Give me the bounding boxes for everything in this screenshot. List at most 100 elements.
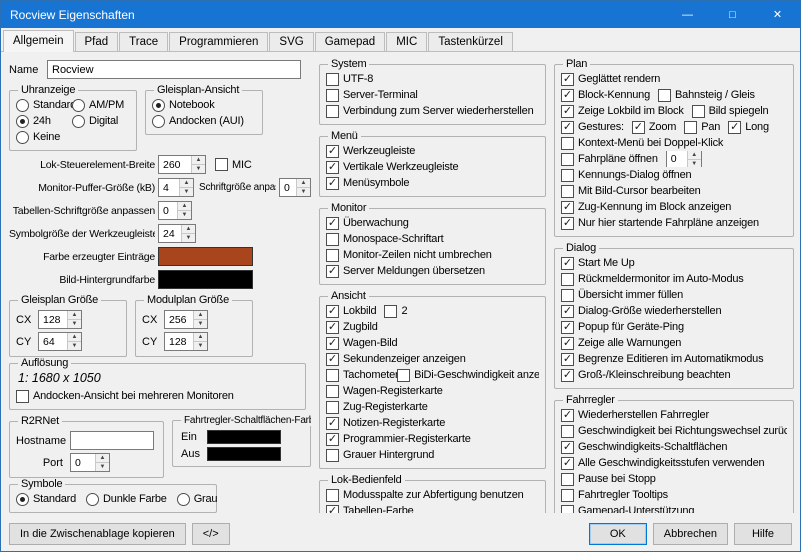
- radio-circle[interactable]: [72, 99, 85, 112]
- spinner-up-button[interactable]: ▲: [182, 225, 195, 234]
- checkbox-men-symbole[interactable]: ✓Menüsymbole: [326, 177, 409, 190]
- spinner-value[interactable]: 0: [159, 202, 177, 219]
- spinner-value[interactable]: 0: [71, 454, 95, 471]
- checkbox-bahnsteig-gleis[interactable]: Bahnsteig / Gleis: [658, 89, 755, 102]
- checkbox-zeige-alle-warnungen[interactable]: ✓Zeige alle Warnungen: [561, 337, 681, 350]
- code-button[interactable]: </>: [192, 523, 230, 545]
- checkbox-box[interactable]: ✓: [326, 505, 339, 514]
- checkbox-box[interactable]: [658, 89, 671, 102]
- checkbox-utf-8[interactable]: UTF-8: [326, 73, 373, 86]
- checkbox-box[interactable]: ✓: [561, 337, 574, 350]
- spinner-down-button[interactable]: ▼: [297, 188, 310, 196]
- radio-circle[interactable]: [86, 493, 99, 506]
- spinner-down-button[interactable]: ▼: [68, 320, 81, 328]
- checkbox-mic[interactable]: MIC: [215, 158, 252, 171]
- checkbox-box[interactable]: ✓: [561, 321, 574, 334]
- checkbox-box[interactable]: [326, 249, 339, 262]
- radio-circle[interactable]: [177, 493, 190, 506]
- radio-circle[interactable]: [152, 99, 165, 112]
- checkbox-wagen-bild[interactable]: ✓Wagen-Bild: [326, 337, 397, 350]
- checkbox-box[interactable]: [326, 73, 339, 86]
- radio-dunkle-farbe[interactable]: Dunkle Farbe: [86, 491, 167, 507]
- spinner-down-button[interactable]: ▼: [180, 188, 193, 196]
- checkbox-server-terminal[interactable]: Server-Terminal: [326, 89, 418, 102]
- radio-circle[interactable]: [16, 131, 29, 144]
- radio-circle[interactable]: [16, 493, 29, 506]
- spinner-value[interactable]: 4: [159, 179, 179, 196]
- checkbox-fahrtregler-tooltips[interactable]: Fahrtregler Tooltips: [561, 489, 668, 502]
- tab-tastenk-rzel[interactable]: Tastenkürzel: [428, 32, 513, 52]
- spinner-up-button[interactable]: ▲: [68, 311, 81, 320]
- checkbox-box[interactable]: [561, 137, 574, 150]
- checkbox-box[interactable]: ✓: [561, 89, 574, 102]
- checkbox-geschwindigkeits-schaltfl-chen[interactable]: ✓Geschwindigkeits-Schaltflächen: [561, 441, 727, 454]
- spinner-down-button[interactable]: ▼: [178, 211, 191, 219]
- checkbox-long[interactable]: ✓Long: [728, 121, 769, 134]
- checkbox-box[interactable]: [561, 473, 574, 486]
- checkbox-box[interactable]: [326, 489, 339, 502]
- checkbox-box[interactable]: [326, 401, 339, 414]
- checkbox-geschwindigkeit-bei-richtungswechsel-zur-cksetzen[interactable]: Geschwindigkeit bei Richtungswechsel zur…: [561, 425, 787, 438]
- radio-standard[interactable]: Standard: [16, 491, 76, 507]
- spinner-value[interactable]: 64: [39, 333, 67, 350]
- generated-color-swatch[interactable]: [158, 247, 253, 266]
- tab-svg[interactable]: SVG: [269, 32, 313, 52]
- spinner-up-button[interactable]: ▲: [688, 151, 701, 160]
- checkbox-box[interactable]: ✓: [728, 121, 741, 134]
- checkbox-pause-bei-stopp[interactable]: Pause bei Stopp: [561, 473, 656, 486]
- checkbox-wagen-registerkarte[interactable]: Wagen-Registerkarte: [326, 385, 443, 398]
- checkbox-box[interactable]: [326, 449, 339, 462]
- hostname-input[interactable]: [70, 431, 154, 450]
- tab-gamepad[interactable]: Gamepad: [315, 32, 386, 52]
- checkbox-box[interactable]: ✓: [561, 353, 574, 366]
- checkbox-r-ckmeldermonitor-im-auto-modus[interactable]: Rückmeldermonitor im Auto-Modus: [561, 273, 744, 286]
- checkbox-box[interactable]: ✓: [326, 321, 339, 334]
- checkbox-2[interactable]: 2: [384, 305, 407, 318]
- checkbox-gro-kleinschreibung-beachten[interactable]: ✓Groß-/Kleinschreibung beachten: [561, 369, 730, 382]
- checkbox-box[interactable]: ✓: [326, 177, 339, 190]
- checkbox-box[interactable]: [561, 505, 574, 514]
- checkbox-box[interactable]: ✓: [561, 257, 574, 270]
- spinner-value[interactable]: 0: [667, 151, 687, 167]
- checkbox-dialog-gr-e-wiederherstellen[interactable]: ✓Dialog-Größe wiederherstellen: [561, 305, 721, 318]
- radio-am-pm[interactable]: AM/PM: [72, 97, 130, 113]
- checkbox-sekundenzeiger-anzeigen[interactable]: ✓Sekundenzeiger anzeigen: [326, 353, 466, 366]
- checkbox-monospace-schriftart[interactable]: Monospace-Schriftart: [326, 233, 444, 246]
- tab-mic[interactable]: MIC: [386, 32, 427, 52]
- spinner-value[interactable]: 24: [159, 225, 181, 242]
- checkbox-box[interactable]: [326, 105, 339, 118]
- checkbox-zug-registerkarte[interactable]: Zug-Registerkarte: [326, 401, 428, 414]
- checkbox-box[interactable]: [561, 185, 574, 198]
- checkbox-lokbild[interactable]: ✓Lokbild: [326, 305, 376, 318]
- image-bg-color-swatch[interactable]: [158, 270, 253, 289]
- spinner-up-button[interactable]: ▲: [96, 454, 109, 463]
- checkbox-box[interactable]: [561, 169, 574, 182]
- spinner-down-button[interactable]: ▼: [182, 234, 195, 242]
- checkbox-box[interactable]: [384, 305, 397, 318]
- checkbox-pan[interactable]: Pan: [684, 121, 720, 134]
- checkbox-box[interactable]: [684, 121, 697, 134]
- checkbox-begrenze-editieren-im-automatikmodus[interactable]: ✓Begrenze Editieren im Automatikmodus: [561, 353, 763, 366]
- tab-allgemein[interactable]: Allgemein: [3, 30, 74, 52]
- spinner-value[interactable]: 128: [165, 333, 193, 350]
- checkbox-box[interactable]: ✓: [561, 305, 574, 318]
- spinner-value[interactable]: 256: [165, 311, 193, 328]
- checkbox-alle-geschwindigkeitsstufen-verwenden[interactable]: ✓Alle Geschwindigkeitsstufen verwenden: [561, 457, 764, 470]
- checkbox-box[interactable]: [215, 158, 228, 171]
- checkbox-box[interactable]: [692, 105, 705, 118]
- radio-standard[interactable]: Standard: [16, 97, 72, 113]
- checkbox-box[interactable]: ✓: [561, 369, 574, 382]
- checkbox-grauer-hintergrund[interactable]: Grauer Hintergrund: [326, 449, 434, 462]
- close-button[interactable]: ✕: [755, 1, 800, 28]
- spinner-up-button[interactable]: ▲: [194, 311, 207, 320]
- spinner-down-button[interactable]: ▼: [96, 463, 109, 471]
- spinner-value[interactable]: 128: [39, 311, 67, 328]
- checkbox-start-me-up[interactable]: ✓Start Me Up: [561, 257, 635, 270]
- checkbox-box[interactable]: ✓: [561, 457, 574, 470]
- spinner-up-button[interactable]: ▲: [180, 179, 193, 188]
- checkbox-zug-kennung-im-block-anzeigen[interactable]: ✓Zug-Kennung im Block anzeigen: [561, 201, 731, 214]
- checkbox-werkzeugleiste[interactable]: ✓Werkzeugleiste: [326, 145, 415, 158]
- checkbox-box[interactable]: [326, 385, 339, 398]
- checkbox-box[interactable]: [397, 369, 410, 382]
- checkbox-box[interactable]: ✓: [561, 409, 574, 422]
